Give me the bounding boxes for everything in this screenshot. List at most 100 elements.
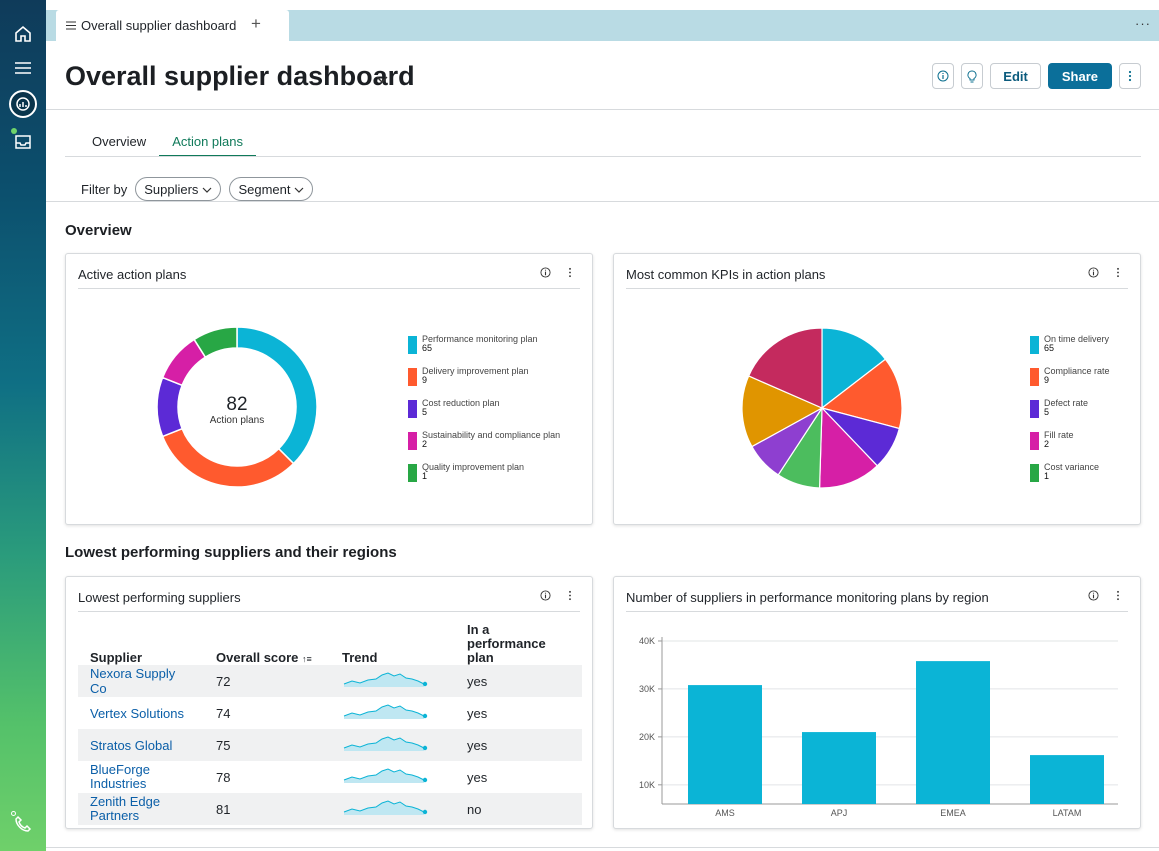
suppliers-table-body: Nexora Supply Co 72 yes Vertex Solutions 74 y… — [78, 665, 582, 825]
trend-cell — [330, 665, 455, 697]
suppliers-filter-chip[interactable]: Suppliers — [135, 177, 222, 201]
table-header-row: Supplier Overall score ↑≡ Trend In a per… — [78, 622, 582, 666]
more-vertical-icon[interactable] — [1116, 267, 1120, 281]
col-overall-score[interactable]: Overall score ↑≡ — [204, 623, 330, 665]
legend-label: Delivery improvement plan — [422, 366, 529, 376]
bar-emea[interactable] — [916, 661, 990, 804]
donut-slice-delivery-improvement-plan[interactable] — [161, 427, 295, 488]
new-tab-plus-icon[interactable]: + — [251, 14, 261, 34]
section-heading-lowest: Lowest performing suppliers and their re… — [65, 544, 397, 561]
legend-label: Sustainability and compliance plan — [422, 430, 561, 440]
plan-cell: no — [455, 793, 582, 825]
x-tick-label: EMEA — [940, 808, 966, 818]
legend-swatch — [408, 400, 417, 418]
chevron-down-icon — [294, 182, 304, 197]
table-row: Nexora Supply Co 72 yes — [78, 665, 582, 697]
tab-strip: Overall supplier dashboard + ··· — [46, 10, 1159, 41]
chip-label: Suppliers — [144, 181, 199, 197]
info-icon[interactable] — [932, 63, 955, 89]
tabs-divider — [65, 156, 1141, 157]
more-horizontal-icon[interactable]: ··· — [1135, 16, 1151, 31]
bar-latam[interactable] — [1030, 755, 1104, 804]
left-rail — [0, 0, 46, 851]
more-vertical-icon[interactable] — [568, 267, 572, 281]
chevron-down-icon[interactable] — [376, 71, 388, 89]
chevron-down-icon — [202, 182, 212, 197]
supplier-link[interactable]: Nexora Supply Co — [90, 666, 175, 696]
legend-value: 5 — [1044, 407, 1050, 417]
trend-sparkline — [343, 735, 428, 751]
bar-apj[interactable] — [802, 732, 876, 804]
trend-sparkline — [343, 799, 428, 815]
trend-sparkline — [343, 703, 428, 719]
tab-overview[interactable]: Overview — [79, 134, 159, 157]
info-icon[interactable] — [540, 267, 551, 281]
col-supplier[interactable]: Supplier — [78, 623, 204, 665]
pie-chart — [741, 327, 903, 489]
legend-swatch — [1030, 464, 1039, 482]
dashboard-icon[interactable] — [9, 90, 37, 118]
legend-swatch — [408, 368, 417, 386]
plan-cell: yes — [467, 769, 488, 785]
share-button[interactable]: Share — [1047, 63, 1112, 89]
score-cell: 74 — [216, 705, 231, 721]
plan-cell: yes — [467, 705, 488, 721]
kpis-card: Most common KPIs in action plans On time… — [613, 253, 1141, 525]
bar-ams[interactable] — [688, 685, 762, 804]
supplier-link[interactable]: BlueForge Industries — [90, 762, 150, 791]
supplier-link[interactable]: Zenith Edge Partners — [90, 794, 160, 823]
lightbulb-icon[interactable] — [961, 63, 984, 89]
list-icon — [66, 18, 76, 33]
edit-button[interactable]: Edit — [990, 63, 1041, 89]
donut-center-label: Action plans — [209, 415, 265, 426]
col-in-plan: In a performance plan — [467, 622, 546, 665]
main-content: Overall supplier dashboard Edit Share Ov… — [46, 41, 1159, 851]
supplier-link[interactable]: Vertex Solutions — [90, 706, 184, 721]
supplier-link[interactable]: Stratos Global — [90, 738, 172, 753]
chip-label: Segment — [238, 181, 291, 197]
menu-icon[interactable] — [9, 54, 37, 82]
tab-action-plans[interactable]: Action plans — [159, 134, 257, 157]
card-title: Number of suppliers in performance monit… — [626, 590, 989, 605]
more-vertical-icon[interactable] — [1119, 63, 1141, 89]
filter-bar: Filter by Suppliers Segment — [81, 177, 314, 201]
bar-chart: 10K 20K 30K 40K AMS APJ EMEA LATAM — [639, 636, 1118, 818]
legend-swatch — [408, 336, 417, 354]
donut-slice-cost-reduction-plan[interactable] — [156, 376, 184, 438]
x-tick-label: APJ — [831, 808, 848, 818]
x-tick-label: LATAM — [1053, 808, 1082, 818]
trend-sparkline — [343, 671, 428, 687]
table-row: Vertex Solutions 74 yes — [78, 697, 582, 729]
legend-label: Quality improvement plan — [422, 462, 525, 472]
card-divider — [626, 611, 1128, 612]
trend-cell — [330, 729, 455, 761]
more-vertical-icon[interactable] — [568, 590, 572, 604]
active-action-plans-card: Active action plans 82 Action plans Perf… — [65, 253, 593, 525]
legend-value: 2 — [422, 439, 428, 449]
plan-cell: yes — [455, 729, 582, 761]
more-vertical-icon[interactable] — [1116, 590, 1120, 604]
plan-cell: yes — [455, 665, 582, 697]
info-icon[interactable] — [1088, 590, 1099, 604]
legend-value: 65 — [422, 343, 433, 353]
table-row: BlueForge Industries 78 yes — [78, 761, 582, 793]
card-divider — [78, 611, 580, 612]
card-divider — [78, 288, 580, 289]
legend-value: 5 — [422, 407, 428, 417]
card-title: Active action plans — [78, 267, 187, 282]
segment-filter-chip[interactable]: Segment — [229, 177, 314, 201]
score-cell: 75 — [204, 729, 330, 761]
legend-value: 1 — [1044, 471, 1050, 481]
info-icon[interactable] — [1088, 267, 1099, 281]
info-icon[interactable] — [540, 590, 551, 604]
supplier-cell: Vertex Solutions — [78, 697, 204, 729]
supplier-cell: Zenith Edge Partners — [78, 793, 204, 825]
regions-card: Number of suppliers in performance monit… — [613, 576, 1141, 829]
legend-label: Performance monitoring plan — [422, 334, 538, 344]
card-divider — [626, 288, 1128, 289]
view-tabs: Overview Action plans — [79, 134, 257, 157]
inbox-icon[interactable] — [9, 128, 37, 156]
supplier-cell: BlueForge Industries — [78, 761, 204, 793]
legend-swatch — [1030, 400, 1039, 418]
home-icon[interactable] — [9, 20, 37, 48]
